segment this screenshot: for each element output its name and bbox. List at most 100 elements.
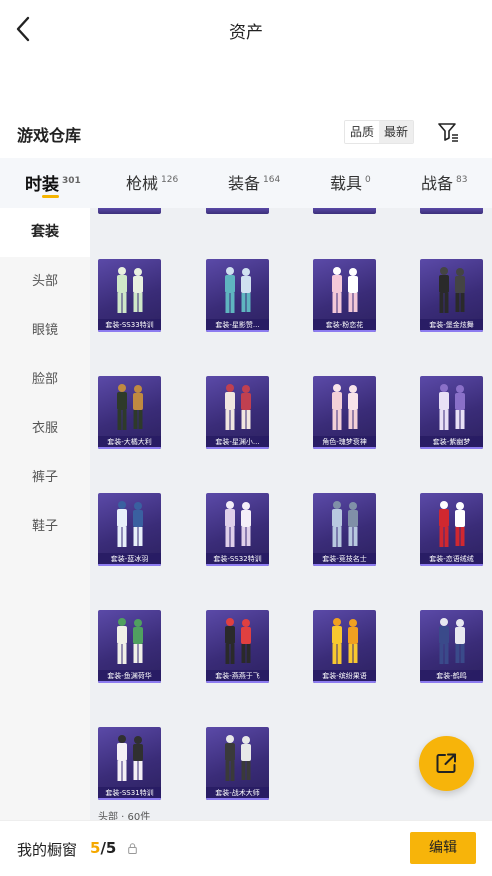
rarity-bar bbox=[420, 330, 483, 332]
tab-count: 301 bbox=[62, 176, 81, 186]
filter-icon[interactable] bbox=[436, 120, 460, 144]
showcase-count: 5/5 bbox=[90, 839, 116, 857]
outfit-preview-icon bbox=[439, 618, 465, 664]
tab-count: 126 bbox=[161, 175, 179, 185]
sidebar-item-shoes[interactable]: 鞋子 bbox=[0, 502, 90, 551]
rarity-bar bbox=[206, 681, 269, 683]
item-card[interactable]: 套装-竞技名士 bbox=[313, 493, 376, 566]
rarity-bar bbox=[206, 447, 269, 449]
sidebar-item-head[interactable]: 头部 bbox=[0, 257, 90, 306]
sidebar-item-suits[interactable]: 套装 bbox=[0, 208, 90, 257]
top-header: 资产 bbox=[0, 0, 492, 60]
item-card-partial[interactable] bbox=[206, 208, 269, 214]
item-card[interactable]: 角色-瑰梦衰神 bbox=[313, 376, 376, 449]
tab-count: 164 bbox=[263, 175, 281, 185]
showcase-total: /5 bbox=[100, 839, 117, 857]
outfit-preview-icon bbox=[332, 384, 358, 430]
rarity-bar bbox=[420, 681, 483, 683]
outfit-preview-icon bbox=[332, 501, 358, 547]
section-title: 游戏仓库 bbox=[17, 126, 82, 145]
external-link-icon bbox=[436, 753, 456, 773]
rarity-bar bbox=[98, 681, 161, 683]
rarity-bar bbox=[98, 798, 161, 800]
active-tab-indicator bbox=[42, 195, 59, 198]
item-card[interactable]: 套装-紫幽梦 bbox=[420, 376, 483, 449]
outfit-preview-icon bbox=[439, 267, 465, 313]
outfit-preview-icon bbox=[439, 501, 465, 547]
tab-count: 83 bbox=[456, 175, 468, 185]
outfit-preview-icon bbox=[439, 384, 465, 430]
tab-supplies[interactable]: 战备 83 bbox=[421, 170, 467, 194]
item-grid: 头部 · 60件 套装-SS33特训 套装-星影赞... 套装-粉恋花 套装-堡金炫舞… bbox=[90, 208, 492, 820]
outfit-preview-icon bbox=[117, 501, 143, 547]
sort-toggle: 品质 最新 bbox=[344, 120, 415, 144]
item-card[interactable]: 套装-堡金炫舞 bbox=[420, 259, 483, 332]
item-card-partial[interactable] bbox=[420, 208, 483, 214]
sidebar-item-face[interactable]: 脸部 bbox=[0, 355, 90, 404]
edit-button[interactable]: 编辑 bbox=[410, 832, 476, 864]
outfit-preview-icon bbox=[225, 501, 251, 547]
sort-option-latest[interactable]: 最新 bbox=[379, 121, 414, 143]
tab-fashion[interactable]: 时装 301 bbox=[25, 170, 81, 195]
tab-guns[interactable]: 枪械 126 bbox=[126, 170, 178, 194]
subcategory-sidebar: 套装 头部 眼镜 脸部 衣服 裤子 鞋子 bbox=[0, 208, 90, 820]
showcase-bar: 我的橱窗 5/5 编辑 bbox=[0, 820, 492, 876]
item-card[interactable]: 套装-星影赞... bbox=[206, 259, 269, 332]
outfit-preview-icon bbox=[225, 618, 251, 664]
outfit-preview-icon bbox=[332, 618, 358, 664]
outfit-preview-icon bbox=[332, 267, 358, 313]
rarity-bar bbox=[313, 564, 376, 566]
item-card-partial[interactable] bbox=[98, 208, 161, 214]
outfit-preview-icon bbox=[117, 384, 143, 430]
grid-footer-text: 头部 · 60件 bbox=[98, 812, 151, 820]
warehouse-header: 游戏仓库 品质 最新 bbox=[0, 112, 492, 152]
category-tabs: 时装 301 枪械 126 装备 164 载具 0 战备 83 bbox=[0, 158, 492, 208]
item-card-partial[interactable] bbox=[313, 208, 376, 214]
rarity-bar bbox=[206, 798, 269, 800]
rarity-bar bbox=[98, 330, 161, 332]
sidebar-item-pants[interactable]: 裤子 bbox=[0, 453, 90, 502]
sidebar-item-glasses[interactable]: 眼镜 bbox=[0, 306, 90, 355]
item-card[interactable]: 套装-鹤鸣 bbox=[420, 610, 483, 683]
rarity-bar bbox=[98, 564, 161, 566]
item-card[interactable]: 套装-SS33特训 bbox=[98, 259, 161, 332]
outfit-preview-icon bbox=[225, 267, 251, 313]
tab-label: 装备 bbox=[228, 174, 261, 193]
outfit-preview-icon bbox=[117, 267, 143, 313]
tab-label: 时装 bbox=[25, 175, 59, 195]
item-card[interactable]: 套装-星渊小... bbox=[206, 376, 269, 449]
tab-label: 枪械 bbox=[126, 174, 159, 193]
outfit-preview-icon bbox=[117, 618, 143, 664]
rarity-bar bbox=[206, 564, 269, 566]
sort-option-quality[interactable]: 品质 bbox=[345, 121, 380, 143]
item-card[interactable]: 套装-SS32特训 bbox=[206, 493, 269, 566]
share-button[interactable] bbox=[419, 736, 474, 791]
outfit-preview-icon bbox=[117, 735, 143, 781]
tab-count: 0 bbox=[365, 175, 371, 185]
item-card[interactable]: 套装-蓝冰羽 bbox=[98, 493, 161, 566]
tab-equipment[interactable]: 装备 164 bbox=[228, 170, 280, 194]
item-card[interactable]: 套装-缤纷果语 bbox=[313, 610, 376, 683]
tab-label: 载具 bbox=[330, 174, 363, 193]
item-card[interactable]: 套装-SS31特训 bbox=[98, 727, 161, 800]
rarity-bar bbox=[98, 447, 161, 449]
showcase-label: 我的橱窗 bbox=[17, 841, 78, 859]
item-card[interactable]: 套装-大橘大利 bbox=[98, 376, 161, 449]
rarity-bar bbox=[206, 330, 269, 332]
tab-label: 战备 bbox=[421, 174, 454, 193]
tab-vehicles[interactable]: 载具 0 bbox=[330, 170, 371, 194]
rarity-bar bbox=[313, 681, 376, 683]
item-card[interactable]: 套装-鱼渊荷华 bbox=[98, 610, 161, 683]
rarity-bar bbox=[313, 447, 376, 449]
rarity-bar bbox=[420, 564, 483, 566]
sidebar-item-clothes[interactable]: 衣服 bbox=[0, 404, 90, 453]
outfit-preview-icon bbox=[225, 384, 251, 430]
item-card[interactable]: 套装-燕燕于飞 bbox=[206, 610, 269, 683]
outfit-preview-icon bbox=[225, 735, 251, 781]
item-card[interactable]: 套装-粉恋花 bbox=[313, 259, 376, 332]
item-card[interactable]: 套装-恋语绒绒 bbox=[420, 493, 483, 566]
rarity-bar bbox=[420, 447, 483, 449]
rarity-bar bbox=[313, 330, 376, 332]
lock-icon bbox=[128, 843, 137, 854]
item-card[interactable]: 套装-战术大师 bbox=[206, 727, 269, 800]
